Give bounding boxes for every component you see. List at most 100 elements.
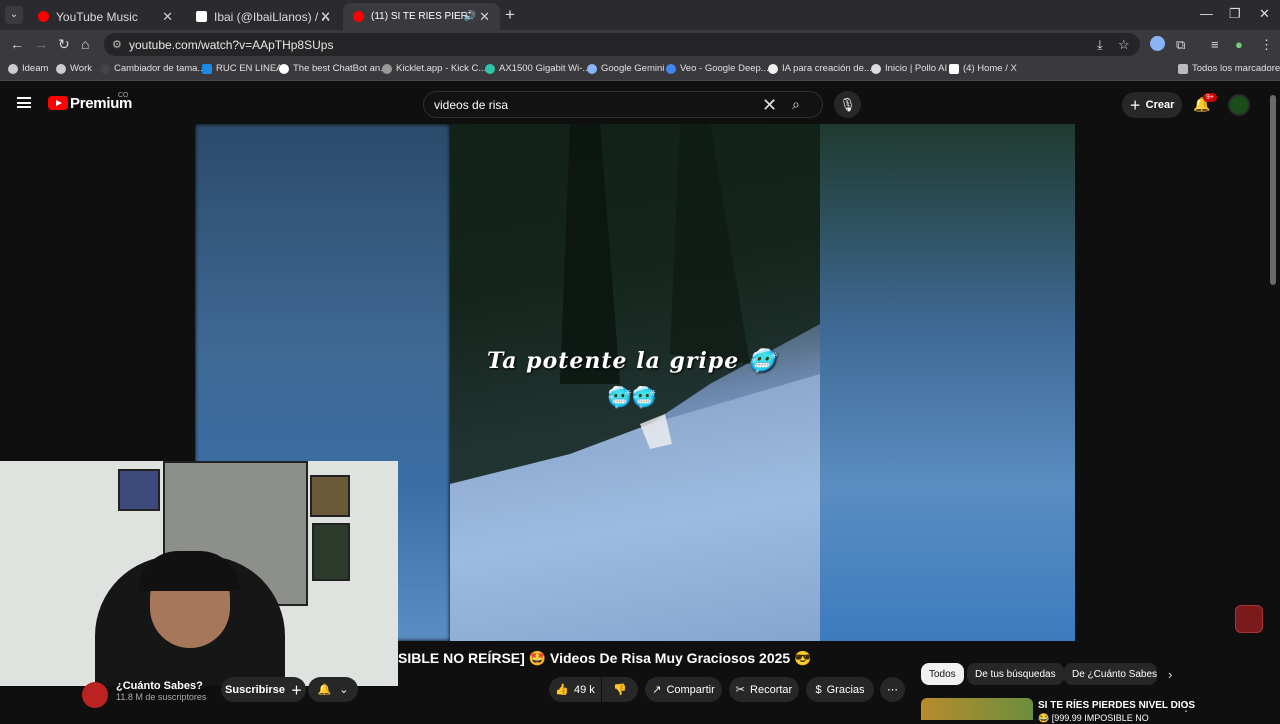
minimize-icon[interactable]: — [1200, 6, 1213, 21]
notification-setting-button[interactable]: 🔔 ⌄ [308, 677, 358, 702]
chevron-right-icon[interactable]: › [1168, 667, 1172, 682]
google-icon [666, 63, 676, 74]
restore-icon[interactable]: ❐ [1229, 6, 1241, 22]
bell-icon: 🔔 [317, 684, 332, 696]
forest-snow-scene [450, 124, 820, 641]
channel-avatar[interactable] [82, 682, 108, 708]
recommendation-subtitle: 😂 [999.99 IMPOSIBLE NO [1038, 713, 1149, 723]
thanks-button[interactable]: $ Gracias [806, 677, 874, 702]
bookmark-kicklet[interactable]: Kicklet.app - Kick C... [382, 63, 486, 74]
plus-icon: ＋ [1129, 100, 1141, 112]
pollo-icon [871, 63, 881, 74]
bookmark-ia[interactable]: IA para creación de... [768, 63, 872, 74]
scrollbar[interactable] [1270, 95, 1276, 285]
recommendation-title[interactable]: SI TE RÍES PIERDES NIVEL DIOS [1038, 700, 1195, 711]
recommendation-thumbnail[interactable] [921, 698, 1033, 720]
bookmark-cambiador[interactable]: Cambiador de tama... [100, 63, 205, 74]
tab-search-button[interactable]: ⌄ [5, 6, 23, 24]
bookmark-ruc[interactable]: RUC EN LINEA [202, 63, 283, 74]
channel-name[interactable]: ¿Cuánto Sabes? [116, 680, 203, 692]
share-button[interactable]: ↗ Compartir [645, 677, 722, 702]
folder-icon [1178, 63, 1188, 74]
folder-icon [202, 63, 212, 74]
subscribe-button[interactable]: Suscribirse ＋ [221, 677, 306, 702]
thumbs-up-icon: 👍 [555, 684, 569, 696]
browser-tab-strip: ⌄ YouTube Music ✕ Ibai (@IbaiLlanos) / X… [0, 0, 1280, 30]
thanks-icon: $ [815, 683, 822, 696]
close-icon[interactable]: ✕ [320, 9, 331, 25]
clip-button[interactable]: ✂ Recortar [729, 677, 799, 702]
extensions-icon[interactable]: ⧉ [1176, 37, 1185, 53]
menu-icon[interactable]: ⋮ [1260, 37, 1273, 53]
media-icon[interactable]: ≡ [1211, 37, 1219, 52]
close-icon[interactable]: ✕ [479, 9, 490, 25]
bookmark-star-icon[interactable]: ☆ [1118, 37, 1130, 53]
video-frame [450, 124, 820, 641]
search-box[interactable]: videos de risa ✕ ⌕ [423, 91, 823, 118]
poster [312, 523, 350, 581]
chevron-down-icon: ⌄ [339, 684, 349, 696]
close-window-icon[interactable]: ✕ [1259, 6, 1270, 22]
url-field[interactable]: ⚙ youtube.com/watch?v=AApTHp8SUps [104, 33, 1140, 56]
tab-title: YouTube Music [56, 9, 138, 24]
openai-icon [768, 63, 778, 74]
reload-icon[interactable]: ↻ [58, 36, 70, 53]
video-caption: Ta potente la gripe 🥶 [487, 348, 777, 374]
tab-youtube-video[interactable]: (11) SI TE RÍES PIERDES NIV 🔊 ✕ [343, 3, 500, 30]
subscriber-count: 11.8 M de suscriptores [116, 692, 207, 702]
address-toolbar: ← → ↻ ⌂ ⚙ youtube.com/watch?v=AApTHp8SUp… [0, 30, 1280, 59]
thumbs-down-icon: 👎 [613, 684, 627, 696]
back-icon[interactable]: ← [10, 36, 24, 52]
account-icon[interactable]: ● [1235, 37, 1243, 52]
youtube-logo-icon[interactable] [48, 96, 68, 110]
speaker-icon[interactable]: 🔊 [464, 11, 476, 22]
search-input[interactable]: videos de risa [434, 98, 508, 112]
search-icon[interactable]: ⌕ [792, 96, 800, 113]
close-icon[interactable]: ✕ [162, 9, 173, 25]
bookmark-ideam[interactable]: Ideam [8, 63, 48, 74]
clear-search-icon[interactable]: ✕ [762, 95, 777, 116]
new-tab-button[interactable]: + [505, 5, 515, 25]
bookmark-x-home[interactable]: (4) Home / X [949, 63, 1017, 74]
home-icon[interactable]: ⌂ [81, 36, 89, 52]
webcam-overlay [0, 461, 398, 686]
install-icon[interactable]: ⤓ [1097, 37, 1103, 53]
watermark-avatar[interactable] [1235, 605, 1263, 633]
bookmark-chatbot[interactable]: The best ChatBot an... [279, 63, 388, 74]
more-actions-icon[interactable]: ⋯ [880, 677, 905, 702]
dislike-button[interactable]: 👎 [602, 677, 638, 702]
globe-icon [56, 63, 66, 74]
guide-menu-icon[interactable] [17, 97, 31, 108]
bookmark-veo[interactable]: Veo - Google Deep... [666, 63, 769, 74]
profile-icon[interactable] [1150, 36, 1165, 51]
bookmark-gemini[interactable]: Google Gemini [587, 63, 664, 74]
notification-badge: 9+ [1203, 93, 1217, 102]
forward-icon[interactable]: → [34, 36, 48, 52]
site-info-icon[interactable]: ⚙ [112, 38, 122, 51]
voice-search-icon[interactable]: 🎙 [834, 91, 861, 118]
like-button[interactable]: 👍 49 k [549, 677, 601, 702]
chip-from-channel[interactable]: De ¿Cuánto Sabes? [1064, 663, 1157, 685]
all-bookmarks[interactable]: Todos los marcadores [1178, 63, 1280, 74]
gemini-icon [587, 63, 597, 74]
tab-youtube-music[interactable]: YouTube Music ✕ [28, 3, 183, 30]
recommendation-menu-icon[interactable]: ⋮ [1180, 700, 1192, 714]
kicklet-icon [382, 63, 392, 74]
share-icon: ↗ [652, 684, 662, 696]
chip-all[interactable]: Todos [921, 663, 964, 685]
avatar[interactable] [1228, 94, 1250, 116]
chip-from-searches[interactable]: De tus búsquedas [967, 663, 1064, 685]
bookmark-ax1500[interactable]: AX1500 Gigabit Wi-... [485, 63, 590, 74]
caption-emoji: 🥶🥶 [607, 387, 657, 409]
site-icon [100, 63, 110, 74]
tab-ibai-x[interactable]: Ibai (@IbaiLlanos) / X ✕ [186, 3, 341, 30]
poster [310, 475, 350, 517]
blurred-background-right [820, 124, 1075, 641]
x-logo-icon [949, 63, 959, 74]
tab-title: Ibai (@IbaiLlanos) / X [214, 9, 330, 24]
create-button[interactable]: ＋ Crear [1122, 92, 1182, 118]
diamond-icon [279, 63, 289, 74]
scissors-icon: ✂ [735, 684, 746, 696]
bookmark-pollo[interactable]: Inicio | Pollo AI [871, 63, 947, 74]
bookmark-work[interactable]: Work [56, 63, 92, 74]
